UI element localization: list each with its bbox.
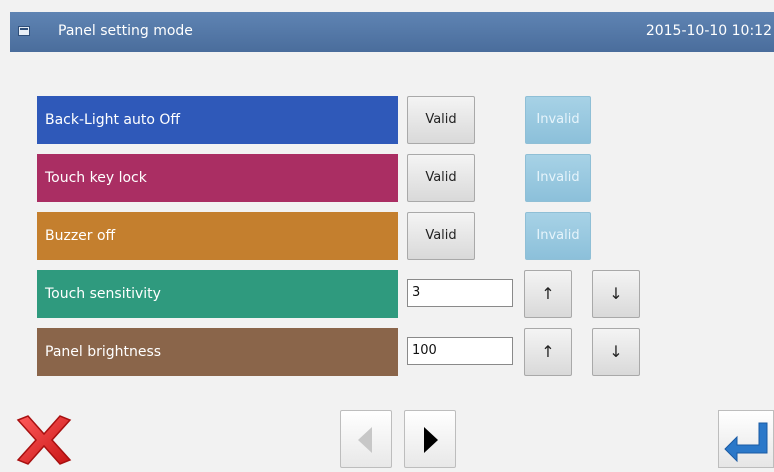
setting-row-panel-brightness: Panel brightness: [37, 328, 398, 376]
backlight-valid-button[interactable]: Valid: [407, 96, 475, 144]
touch-sensitivity-value-field[interactable]: 3: [407, 279, 513, 307]
setting-row-touch-sensitivity: Touch sensitivity: [37, 270, 398, 318]
setting-row-buzzer-off: Buzzer off: [37, 212, 398, 260]
cancel-button[interactable]: [0, 406, 82, 468]
setting-label: Touch key lock: [45, 170, 147, 186]
arrow-up-icon: ↑: [541, 284, 555, 303]
panel-brightness-down-button[interactable]: ↓: [592, 328, 640, 376]
arrow-up-icon: ↑: [541, 342, 555, 361]
panel-brightness-value-field[interactable]: 100: [407, 337, 513, 365]
touch-sensitivity-down-button[interactable]: ↓: [592, 270, 640, 318]
arrow-down-icon: ↓: [609, 284, 623, 303]
triangle-left-icon: [358, 427, 372, 453]
setting-row-backlight-auto-off: Back-Light auto Off: [37, 96, 398, 144]
setting-label: Touch sensitivity: [45, 286, 161, 302]
buzzer-off-invalid-button[interactable]: Invalid: [525, 212, 591, 260]
panel-brightness-up-button[interactable]: ↑: [524, 328, 572, 376]
backlight-invalid-button[interactable]: Invalid: [525, 96, 591, 144]
red-x-icon: [16, 415, 72, 465]
setting-label: Panel brightness: [45, 344, 162, 360]
enter-return-icon: [724, 422, 768, 463]
arrow-down-icon: ↓: [609, 342, 623, 361]
title-bar: Panel setting mode 2015-10-10 10:12: [10, 12, 774, 52]
touch-sensitivity-up-button[interactable]: ↑: [524, 270, 572, 318]
touch-key-lock-invalid-button[interactable]: Invalid: [525, 154, 591, 202]
next-page-button[interactable]: [404, 410, 456, 468]
previous-page-button[interactable]: [340, 410, 392, 468]
page-title: Panel setting mode: [58, 23, 193, 39]
setting-row-touch-key-lock: Touch key lock: [37, 154, 398, 202]
window-icon: [18, 26, 30, 36]
enter-button[interactable]: [718, 410, 774, 468]
datetime-display: 2015-10-10 10:12: [645, 23, 772, 39]
touch-key-lock-valid-button[interactable]: Valid: [407, 154, 475, 202]
setting-label: Buzzer off: [45, 228, 116, 244]
triangle-right-icon: [424, 427, 438, 453]
setting-label: Back-Light auto Off: [45, 112, 181, 128]
buzzer-off-valid-button[interactable]: Valid: [407, 212, 475, 260]
